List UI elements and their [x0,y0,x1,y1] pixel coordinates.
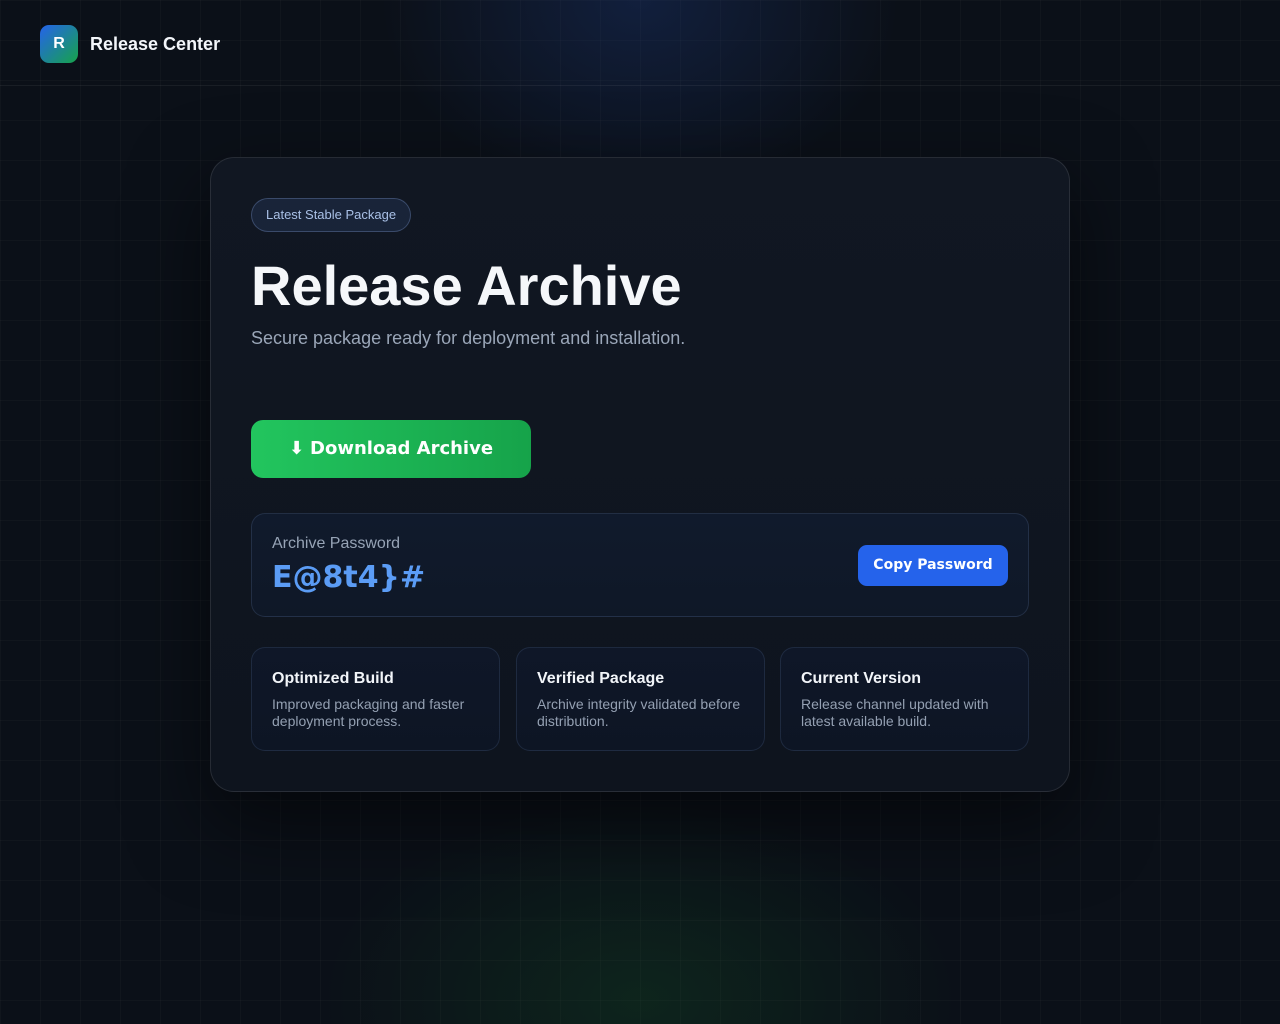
feature-description: Improved packaging and faster deployment… [272,696,465,729]
download-button-label: Download Archive [310,438,494,459]
feature-card-verified-package: Verified Package Archive integrity valid… [516,647,765,751]
feature-description: Archive integrity validated before distr… [537,696,741,729]
feature-title: Current Version [801,670,922,687]
password-label: Archive Password [272,535,401,552]
copy-password-button[interactable]: Copy Password [858,545,1008,586]
download-icon: ⬇ [288,438,305,459]
page-subtitle: Secure package ready for deployment and … [251,328,686,348]
password-value: E@8t4}# [272,560,426,595]
status-badge: Latest Stable Package [251,198,412,232]
download-archive-button[interactable]: ⬇ Download Archive [251,420,531,478]
feature-title: Verified Package [537,670,665,687]
app-logo[interactable]: R [40,25,78,63]
release-card: Latest Stable Package Release Archive Se… [210,157,1070,792]
page-title: Release Archive [251,254,682,317]
top-bar: R Release Center [0,0,1280,86]
archive-password-panel: Archive Password E@8t4}# Copy Password [251,513,1029,617]
feature-card-current-version: Current Version Release channel updated … [780,647,1029,751]
app-title: Release Center [90,34,221,54]
feature-card-optimized-build: Optimized Build Improved packaging and f… [251,647,500,751]
feature-description: Release channel updated with latest avai… [801,696,989,729]
feature-title: Optimized Build [272,670,394,687]
